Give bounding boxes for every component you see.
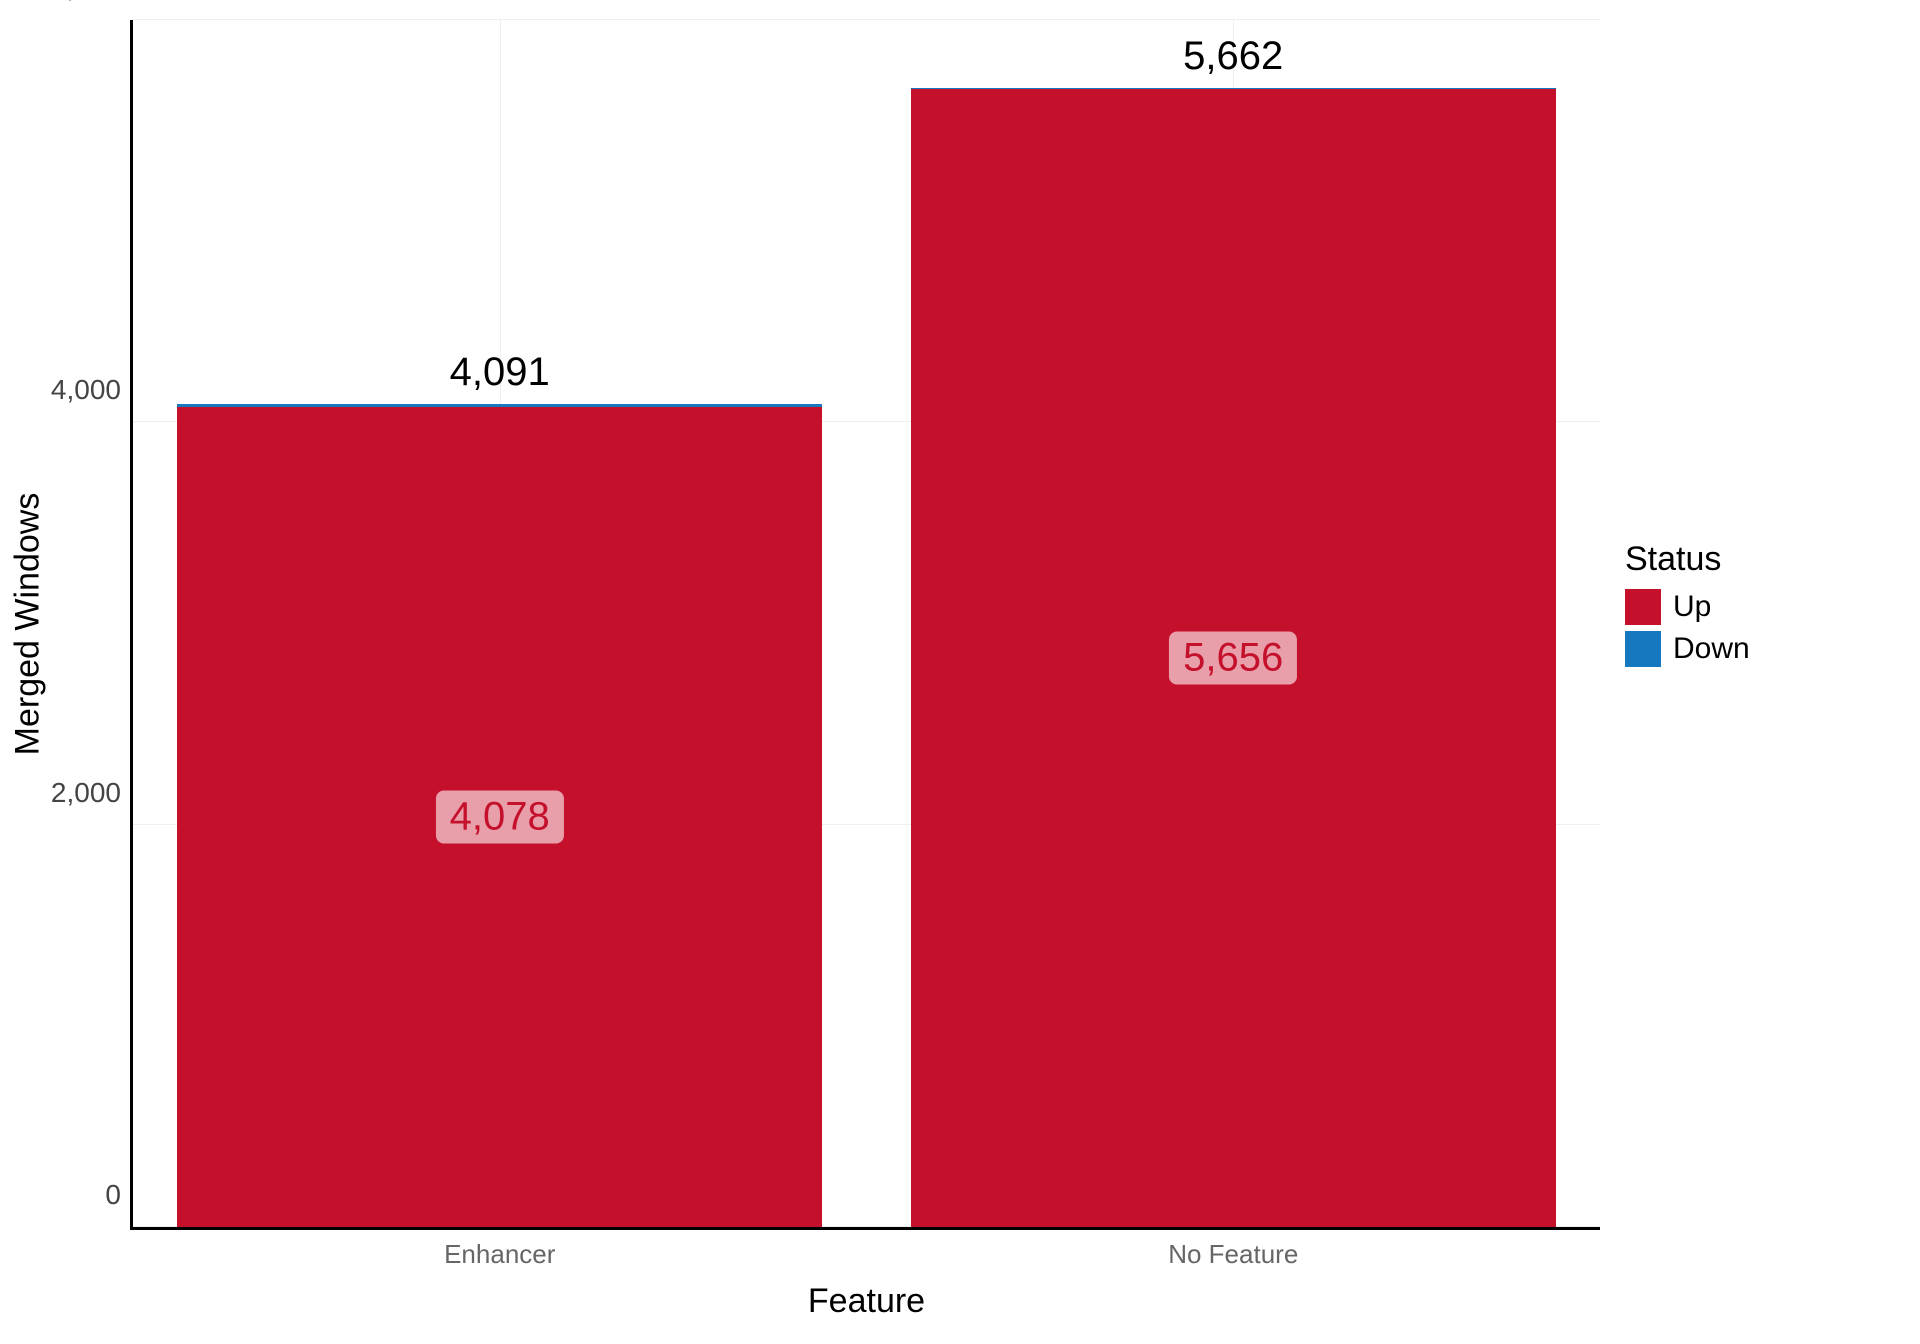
bar-segment-up: 4,078 bbox=[177, 407, 822, 1227]
y-tick-label: 2,000 bbox=[31, 777, 133, 809]
bar-no-feature: 5,656 5,662 bbox=[911, 88, 1556, 1227]
plot-area: 0 2,000 4,000 6,000 4,078 4,091 5,656 5,… bbox=[130, 20, 1600, 1230]
bar-segment-up: 5,656 bbox=[911, 89, 1556, 1227]
legend-item-down: Down bbox=[1625, 631, 1750, 667]
bar-segment-down bbox=[911, 88, 1556, 89]
legend-label: Up bbox=[1673, 590, 1711, 624]
legend-label: Down bbox=[1673, 632, 1750, 666]
legend-swatch-up bbox=[1625, 589, 1661, 625]
legend-swatch-down bbox=[1625, 631, 1661, 667]
bar-total-label: 4,091 bbox=[177, 350, 822, 395]
legend: Status Up Down bbox=[1625, 540, 1750, 673]
legend-item-up: Up bbox=[1625, 589, 1750, 625]
gridline-h bbox=[133, 19, 1600, 20]
segment-value-label: 5,656 bbox=[1169, 632, 1297, 685]
bar-segment-down bbox=[177, 404, 822, 407]
chart-container: 0 2,000 4,000 6,000 4,078 4,091 5,656 5,… bbox=[0, 0, 1920, 1344]
y-axis-label: Merged Windows bbox=[9, 492, 48, 755]
legend-title: Status bbox=[1625, 540, 1750, 579]
y-tick-label: 6,000 bbox=[31, 0, 133, 4]
y-tick-label: 4,000 bbox=[31, 374, 133, 406]
x-tick-label: Enhancer bbox=[444, 1227, 555, 1270]
x-axis-label: Feature bbox=[808, 1227, 925, 1321]
segment-value-label: 4,078 bbox=[436, 790, 564, 843]
y-tick-label: 0 bbox=[31, 1179, 133, 1211]
bar-enhancer: 4,078 4,091 bbox=[177, 404, 822, 1227]
bar-total-label: 5,662 bbox=[911, 34, 1556, 79]
x-tick-label: No Feature bbox=[1168, 1227, 1298, 1270]
